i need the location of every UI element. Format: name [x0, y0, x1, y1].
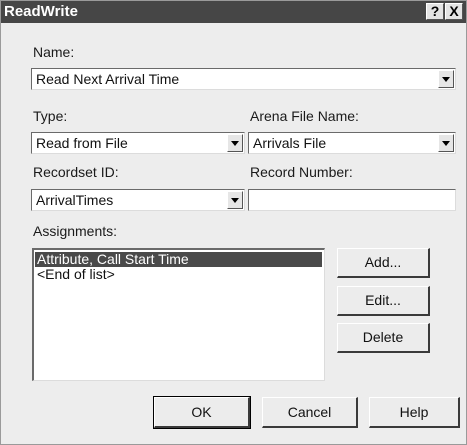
- close-title-button[interactable]: X: [445, 3, 463, 20]
- recordset-id-dropdown-button[interactable]: [227, 191, 243, 209]
- edit-button[interactable]: Edit...: [337, 286, 430, 316]
- assignments-label: Assignments:: [33, 223, 118, 239]
- chevron-down-icon: [442, 77, 450, 82]
- record-number-input[interactable]: [248, 189, 456, 211]
- type-label: Type:: [33, 108, 68, 124]
- arena-file-name-combobox[interactable]: Arrivals File: [248, 132, 456, 154]
- ok-button[interactable]: OK: [153, 396, 251, 429]
- name-value: Read Next Arrival Time: [36, 71, 180, 87]
- add-button[interactable]: Add...: [337, 248, 430, 278]
- chevron-down-icon: [231, 141, 239, 146]
- type-combobox[interactable]: Read from File: [31, 132, 245, 154]
- recordset-id-label: Recordset ID:: [33, 164, 119, 180]
- help-button[interactable]: Help: [369, 397, 460, 428]
- readwrite-dialog: ReadWrite ? X Name: Read Next Arrival Ti…: [0, 0, 467, 445]
- recordset-id-value: ArrivalTimes: [36, 192, 114, 208]
- list-item[interactable]: <End of list>: [35, 267, 322, 282]
- type-dropdown-button[interactable]: [227, 134, 243, 152]
- title-bar[interactable]: ReadWrite ? X: [1, 1, 466, 23]
- name-combobox[interactable]: Read Next Arrival Time: [31, 68, 456, 90]
- arena-file-name-value: Arrivals File: [253, 135, 327, 151]
- recordset-id-combobox[interactable]: ArrivalTimes: [31, 189, 245, 211]
- delete-button[interactable]: Delete: [337, 323, 430, 353]
- arena-file-name-dropdown-button[interactable]: [438, 134, 454, 152]
- help-title-button[interactable]: ?: [426, 3, 444, 20]
- chevron-down-icon: [442, 141, 450, 146]
- chevron-down-icon: [231, 198, 239, 203]
- window-title: ReadWrite: [4, 3, 78, 20]
- type-value: Read from File: [36, 135, 128, 151]
- assignments-list[interactable]: Attribute, Call Start Time <End of list>: [32, 248, 325, 381]
- arena-file-name-label: Arena File Name:: [250, 108, 359, 124]
- cancel-button[interactable]: Cancel: [262, 397, 358, 428]
- name-label: Name:: [33, 44, 75, 60]
- name-dropdown-button[interactable]: [438, 70, 454, 88]
- record-number-label: Record Number:: [250, 164, 353, 180]
- list-item[interactable]: Attribute, Call Start Time: [35, 252, 322, 267]
